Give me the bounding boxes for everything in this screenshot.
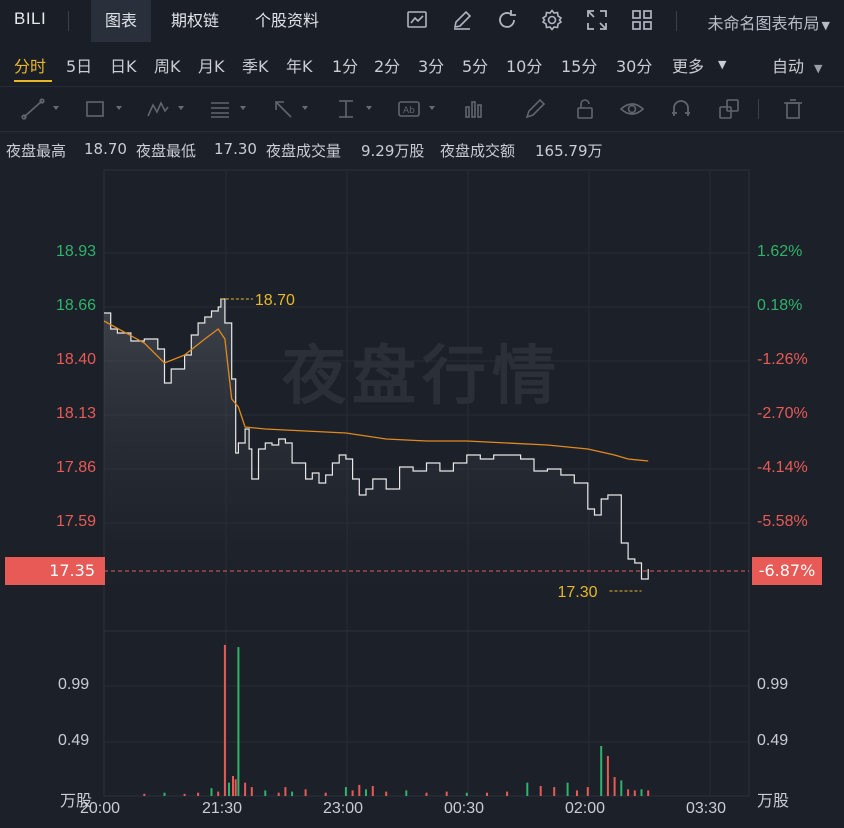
percent-axis-label: -1.26% [757,351,808,368]
current-price-tag: 17.35 [5,557,105,585]
volume-bar [506,791,509,796]
price-axis-label: 17.86 [55,459,96,476]
volume-axis-label-right: 0.49 [757,732,789,749]
volume-unit-label-right: 万股 [757,791,790,810]
volume-bar [526,782,529,796]
volume-bar [627,789,630,796]
percent-axis-label: 1.62% [757,243,803,260]
volume-bar [600,746,603,796]
volume-bar [606,756,609,796]
time-axis-label: 21:30 [202,800,243,817]
volume-bar [244,782,247,796]
percent-axis-label: -2.70% [757,405,808,422]
volume-bar [371,786,374,796]
volume-axis-label: 0.49 [58,732,90,749]
volume-bar [405,790,408,796]
percent-axis-label: -5.58% [757,513,808,530]
volume-bar [234,779,237,796]
volume-bar [250,787,253,796]
volume-bar [358,784,361,796]
watermark: 夜盘行情 [282,340,562,414]
volume-bar [324,792,327,796]
low-marker-label: 17.30 [558,584,598,601]
volume-bar [633,790,636,796]
volume-bar [586,787,589,796]
volume-bar [291,791,294,796]
volume-bar [163,792,166,796]
high-marker-label: 18.70 [255,292,295,309]
volume-bar [576,790,578,796]
volume-bar [344,787,347,796]
volume-bar [351,790,354,796]
time-axis-label: 02:00 [565,800,606,817]
time-axis-label: 20:00 [80,800,121,817]
volume-bar [228,782,230,796]
volume-bar [385,791,388,796]
volume-bar [465,792,468,796]
time-axis-label: 23:00 [323,800,364,817]
volume-bar [553,787,556,796]
volume-bar [539,786,542,796]
volume-bar [365,789,367,796]
percent-axis-label: -4.14% [757,459,808,476]
volume-bar [647,790,650,796]
volume-bar [232,776,234,796]
volume-axis-label: 0.99 [58,676,90,693]
volume-bar [197,792,200,796]
volume-bar [566,782,569,796]
current-change-tag: -6.87% [752,557,822,585]
current-price: 17.35 [49,561,95,580]
volume-bar [613,777,616,796]
price-axis-label: 18.13 [55,405,96,422]
volume-bar [304,789,307,796]
volume-bar [425,792,428,796]
volume-bar [486,792,488,796]
volume-bar [445,791,448,796]
volume-bar [264,790,267,796]
volume-bar [237,647,240,796]
volume-bar [620,780,623,796]
volume-axis-label-right: 0.99 [757,676,789,693]
price-axis-label: 18.40 [55,351,96,368]
volume-bar [284,787,287,796]
price-axis-label: 17.59 [55,513,96,530]
price-axis-label: 18.93 [55,243,96,260]
volume-bar [217,791,220,796]
time-axis-label: 00:30 [444,800,485,817]
volume-bar [223,644,226,796]
price-axis-label: 18.66 [55,297,96,314]
volume-bar [143,793,146,796]
volume-bar [210,788,213,796]
volume-bar [183,793,186,796]
volume-bar [277,792,280,796]
time-axis-label: 03:30 [686,800,727,817]
volume-bar [640,789,643,796]
percent-axis-label: 0.18% [757,297,803,314]
